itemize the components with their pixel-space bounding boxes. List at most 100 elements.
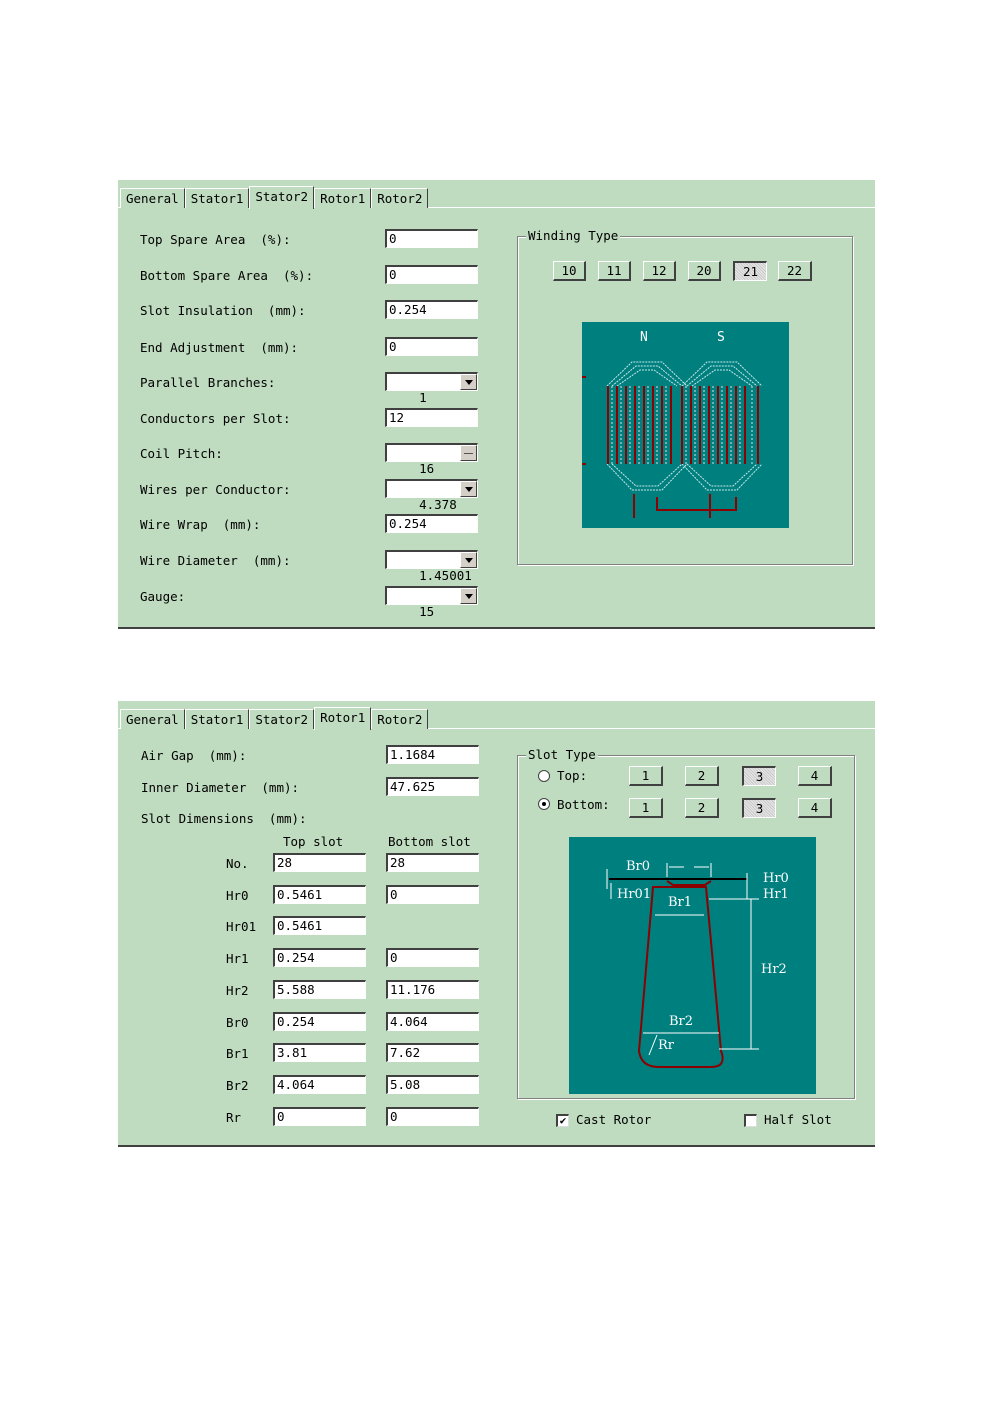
winding-type-button-20[interactable]: 20 (688, 261, 721, 281)
dropdown-arrow-icon[interactable] (460, 588, 477, 604)
wires-per-conductor-value: 4.378 (419, 497, 457, 512)
top-slot-column-header: Top slot (283, 834, 344, 849)
winding-type-button-21[interactable]: 21 (733, 261, 767, 281)
br0-bottom-input[interactable]: 4.064 (386, 1012, 479, 1031)
tab-stator2[interactable]: Stator2 (249, 186, 315, 209)
dropdown-arrow-icon[interactable] (460, 552, 477, 568)
winding-type-button-10[interactable]: 10 (553, 261, 586, 281)
inner-diameter-label: Inner Diameter (mm): (141, 780, 300, 795)
tab-rotor2[interactable]: Rotor2 (371, 188, 429, 208)
north-pole-label: N (640, 330, 648, 345)
top-slot-radio[interactable] (538, 770, 550, 782)
bottom-slot-type-button-4[interactable]: 4 (798, 798, 832, 818)
hr1-diagram-label: Hr1 (763, 887, 789, 902)
br1-top-input[interactable]: 3.81 (273, 1043, 366, 1062)
row-label-hr01: Hr01 (226, 919, 257, 934)
wires-per-conductor-label: Wires per Conductor: (140, 482, 291, 497)
winding-type-button-12[interactable]: 12 (643, 261, 676, 281)
br2-top-input[interactable]: 4.064 (273, 1075, 366, 1094)
top-slot-type-button-1[interactable]: 1 (629, 766, 663, 786)
hr01-top-input[interactable]: 0.5461 (273, 916, 366, 935)
slot-type-title: Slot Type (526, 747, 598, 762)
top-slot-type-button-3[interactable]: 3 (742, 766, 776, 786)
parallel-branches-value: 1 (419, 390, 427, 405)
hr2-top-input[interactable]: 5.588 (273, 980, 366, 999)
hr0-diagram-label: Hr0 (763, 871, 789, 886)
rr-top-input[interactable]: 0 (273, 1107, 366, 1126)
half-slot-checkbox[interactable] (744, 1114, 757, 1127)
br0-top-input[interactable]: 0.254 (273, 1012, 366, 1031)
bottom-slot-radio[interactable] (538, 798, 550, 810)
winding-diagram: N S (582, 322, 789, 528)
top-spare-area-label: Top Spare Area (%): (140, 232, 291, 247)
inner-diameter-input[interactable]: 47.625 (386, 777, 479, 796)
tab-general[interactable]: General (120, 709, 185, 729)
parallel-branches-label: Parallel Branches: (140, 375, 276, 390)
tab-rotor1[interactable]: Rotor1 (314, 707, 372, 730)
hr0-top-input[interactable]: 0.5461 (273, 885, 366, 904)
bottom-spare-area-label: Bottom Spare Area (%): (140, 268, 314, 283)
br2-diagram-label: Br2 (669, 1014, 694, 1029)
bottom-slot-column-header: Bottom slot (388, 834, 471, 849)
br0-diagram-label: Br0 (626, 859, 651, 874)
row-label-br2: Br2 (226, 1078, 249, 1093)
bottom-spare-area-input[interactable]: 0 (385, 265, 478, 284)
tab-stator1[interactable]: Stator1 (184, 709, 250, 729)
bottom-slot-type-button-2[interactable]: 2 (685, 798, 719, 818)
row-label-hr0: Hr0 (226, 888, 249, 903)
br1-bottom-input[interactable]: 7.62 (386, 1043, 479, 1062)
hr1-top-input[interactable]: 0.254 (273, 948, 366, 967)
tab-stator2[interactable]: Stator2 (249, 709, 315, 729)
rotor1-panel: General Stator1 Stator2 Rotor1 Rotor2 Ai… (118, 701, 875, 1147)
conductors-per-slot-input[interactable]: 12 (385, 408, 478, 427)
gauge-label: Gauge: (140, 589, 186, 604)
row-label-hr2: Hr2 (226, 983, 249, 998)
winding-type-button-22[interactable]: 22 (778, 261, 812, 281)
parallel-branches-select[interactable]: 1 (385, 372, 478, 405)
br1-diagram-label: Br1 (668, 895, 693, 910)
bottom-slot-type-button-3[interactable]: 3 (742, 798, 776, 818)
hr1-bottom-input[interactable]: 0 (386, 948, 479, 967)
hr01-diagram-label: Hr01 (617, 887, 652, 902)
bottom-slot-radio-label: Bottom: (557, 797, 610, 812)
top-spare-area-input[interactable]: 0 (385, 229, 478, 248)
conductors-per-slot-label: Conductors per Slot: (140, 411, 291, 426)
tab-general[interactable]: General (120, 188, 185, 208)
dropdown-arrow-icon[interactable] (460, 481, 477, 497)
winding-type-button-11[interactable]: 11 (598, 261, 631, 281)
spinner-arrows-icon[interactable] (460, 445, 477, 461)
dropdown-arrow-icon[interactable] (460, 374, 477, 390)
hr0-bottom-input[interactable]: 0 (386, 885, 479, 904)
gauge-select[interactable]: 15 (385, 586, 478, 619)
no-bottom-input[interactable]: 28 (386, 853, 479, 872)
bottom-slot-type-button-1[interactable]: 1 (629, 798, 663, 818)
hr2-bottom-input[interactable]: 11.176 (386, 980, 479, 999)
wire-wrap-input[interactable]: 0.254 (385, 514, 478, 533)
row-label-no: No. (226, 856, 249, 871)
end-adjustment-input[interactable]: 0 (385, 337, 478, 356)
row-label-rr: Rr (226, 1110, 242, 1125)
top-slot-type-button-4[interactable]: 4 (798, 766, 832, 786)
tab-stator1[interactable]: Stator1 (184, 188, 250, 208)
wire-wrap-label: Wire Wrap (mm): (140, 517, 261, 532)
tab-rotor2[interactable]: Rotor2 (371, 709, 429, 729)
slot-diagram: Br0 Hr0 Hr01 Hr1 Br1 Hr2 Br2 Rr (569, 837, 816, 1094)
gauge-value: 15 (419, 604, 435, 619)
br2-bottom-input[interactable]: 5.08 (386, 1075, 479, 1094)
wires-per-conductor-select[interactable]: 4.378 (385, 479, 478, 512)
tab-rotor1[interactable]: Rotor1 (314, 188, 372, 208)
rr-bottom-input[interactable]: 0 (386, 1107, 479, 1126)
slot-insulation-input[interactable]: 0.254 (385, 300, 478, 319)
top-slot-type-button-2[interactable]: 2 (685, 766, 719, 786)
no-top-input[interactable]: 28 (273, 853, 366, 872)
stator2-panel: General Stator1 Stator2 Rotor1 Rotor2 To… (118, 180, 875, 629)
coil-pitch-spinner[interactable]: 16 (385, 443, 478, 476)
air-gap-input[interactable]: 1.1684 (386, 745, 479, 764)
wire-diameter-label: Wire Diameter (mm): (140, 553, 291, 568)
winding-diagram-graphic (582, 361, 763, 518)
wire-diameter-select[interactable]: 1.45001 (385, 550, 478, 583)
row-label-br1: Br1 (226, 1046, 249, 1061)
rr-diagram-label: Rr (658, 1038, 675, 1053)
cast-rotor-checkbox[interactable]: ✔ (556, 1114, 569, 1127)
air-gap-label: Air Gap (mm): (141, 748, 247, 763)
